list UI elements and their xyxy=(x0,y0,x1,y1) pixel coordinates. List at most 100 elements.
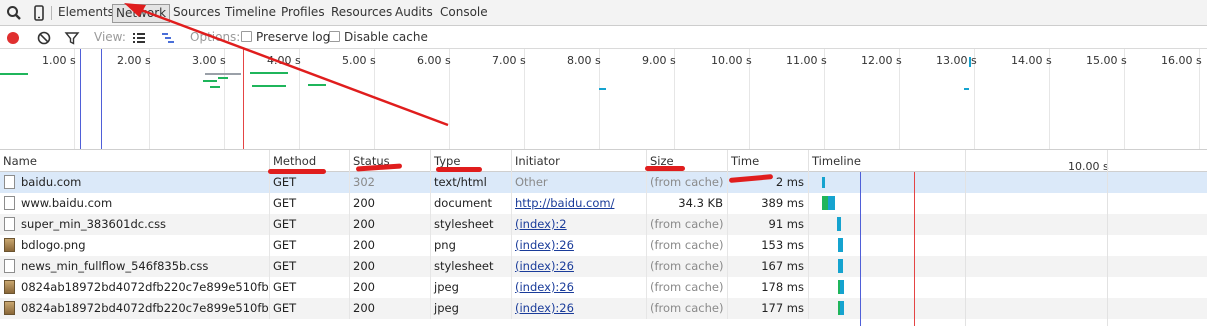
request-size: (from cache) xyxy=(647,256,728,277)
tab-network[interactable]: Network xyxy=(112,4,171,23)
timeline-overview[interactable]: 1.00 s 2.00 s 3.00 s 4.00 s 5.00 s 6.00 … xyxy=(0,49,1207,150)
overview-tick-label: 4.00 s xyxy=(267,54,301,67)
table-row[interactable]: bdlogo.png GET 200 png (index):26 (from … xyxy=(0,235,1207,256)
timeline-gridline xyxy=(1107,150,1108,326)
table-row[interactable]: news_min_fullflow_546f835b.css GET 200 s… xyxy=(0,256,1207,277)
tab-profiles[interactable]: Profiles xyxy=(279,5,327,22)
request-time: 153 ms xyxy=(728,235,809,256)
request-size: (from cache) xyxy=(647,235,728,256)
overview-request-bar xyxy=(205,73,241,75)
request-name: super_min_383601dc.css xyxy=(21,217,167,231)
tab-sources[interactable]: Sources xyxy=(171,5,222,22)
overview-request-bar xyxy=(964,88,969,90)
overview-request-bar xyxy=(308,84,326,86)
filter-icon[interactable] xyxy=(64,30,80,46)
request-status: 200 xyxy=(350,298,431,319)
table-row[interactable]: 0824ab18972bd4072dfb220c7e899e510fb3... … xyxy=(0,298,1207,319)
table-row[interactable]: super_min_383601dc.css GET 200 styleshee… xyxy=(0,214,1207,235)
initiator-link[interactable]: (index):26 xyxy=(515,238,574,252)
waterfall-bar xyxy=(838,259,843,273)
load-event-marker xyxy=(914,172,915,326)
initiator-link[interactable]: (index):2 xyxy=(515,217,567,231)
request-time: 389 ms xyxy=(728,193,809,214)
image-file-icon xyxy=(4,238,15,252)
tab-timeline[interactable]: Timeline xyxy=(223,5,278,22)
tab-elements[interactable]: Elements xyxy=(56,5,116,22)
request-size: (from cache) xyxy=(647,172,728,193)
request-type: png xyxy=(431,235,512,256)
picture-file-icon xyxy=(4,280,15,294)
column-header-timeline[interactable]: Timeline xyxy=(809,150,1207,172)
overview-request-bar xyxy=(250,72,288,74)
disable-cache-label: Disable cache xyxy=(344,30,428,44)
request-status: 200 xyxy=(350,235,431,256)
table-row[interactable]: www.baidu.com GET 200 document http://ba… xyxy=(0,193,1207,214)
column-header-initiator[interactable]: Initiator xyxy=(512,150,647,172)
overview-request-bar xyxy=(969,57,971,67)
request-method: GET xyxy=(270,256,350,277)
request-status: 200 xyxy=(350,256,431,277)
disable-cache-checkbox[interactable] xyxy=(329,31,340,42)
devtools-tab-bar: Elements Network Sources Timeline Profil… xyxy=(0,0,1207,26)
clear-icon[interactable] xyxy=(36,30,52,46)
dom-content-loaded-marker xyxy=(101,49,102,149)
request-method: GET xyxy=(270,193,350,214)
overview-tick-label: 8.00 s xyxy=(567,54,601,67)
annotation-underline xyxy=(645,166,685,171)
large-rows-icon[interactable] xyxy=(131,30,147,46)
request-time: 167 ms xyxy=(728,256,809,277)
overview-tick-label: 5.00 s xyxy=(342,54,376,67)
request-time: 178 ms xyxy=(728,277,809,298)
request-type: stylesheet xyxy=(431,214,512,235)
overview-request-bar xyxy=(203,80,217,82)
request-type: jpeg xyxy=(431,298,512,319)
waterfall-icon[interactable] xyxy=(160,30,176,46)
request-method: GET xyxy=(270,298,350,319)
waterfall-bar xyxy=(840,301,844,315)
request-name: 0824ab18972bd4072dfb220c7e899e510fb3... xyxy=(21,280,270,294)
initiator-link[interactable]: (index):26 xyxy=(515,301,574,315)
tab-console[interactable]: Console xyxy=(438,5,490,22)
tab-separator xyxy=(51,6,52,20)
initiator-link[interactable]: (index):26 xyxy=(515,280,574,294)
table-row[interactable] xyxy=(0,319,1207,326)
table-row[interactable]: baidu.com GET 302 text/html Other (from … xyxy=(0,172,1207,193)
request-time: 91 ms xyxy=(728,214,809,235)
table-row[interactable]: 0824ab18972bd4072dfb220c7e899e510fb3... … xyxy=(0,277,1207,298)
column-header-time[interactable]: Time xyxy=(728,150,809,172)
request-name: www.baidu.com xyxy=(21,196,113,210)
request-name: bdlogo.png xyxy=(21,238,86,252)
overview-tick-label: 7.00 s xyxy=(492,54,526,67)
search-icon[interactable] xyxy=(5,4,23,22)
preserve-log-checkbox[interactable] xyxy=(241,31,252,42)
picture-file-icon xyxy=(4,301,15,315)
request-type: document xyxy=(431,193,512,214)
initiator-link[interactable]: (index):26 xyxy=(515,259,574,273)
dom-content-loaded-marker xyxy=(80,49,81,149)
waterfall-bar xyxy=(837,217,841,231)
overview-request-bar xyxy=(599,88,606,90)
request-initiator: Other xyxy=(512,172,647,193)
dom-content-loaded-marker xyxy=(860,172,861,326)
overview-tick-label: 9.00 s xyxy=(642,54,676,67)
waterfall-bar xyxy=(828,196,835,210)
tab-audits[interactable]: Audits xyxy=(393,5,435,22)
request-table-body: baidu.com GET 302 text/html Other (from … xyxy=(0,172,1207,326)
request-name: news_min_fullflow_546f835b.css xyxy=(21,259,209,273)
request-method: GET xyxy=(270,277,350,298)
document-icon xyxy=(4,196,15,210)
load-event-marker xyxy=(243,49,244,149)
record-icon[interactable] xyxy=(5,30,21,46)
column-header-name[interactable]: Name xyxy=(0,150,270,172)
document-icon xyxy=(4,217,15,231)
timeline-gridline xyxy=(965,150,966,326)
tab-resources[interactable]: Resources xyxy=(329,5,394,22)
request-type: jpeg xyxy=(431,277,512,298)
request-type: stylesheet xyxy=(431,256,512,277)
request-size: 34.3 KB xyxy=(647,193,728,214)
overview-tick-label: 16.00 s xyxy=(1161,54,1202,67)
waterfall-bar xyxy=(840,280,844,294)
overview-tick-label: 15.00 s xyxy=(1086,54,1127,67)
initiator-link[interactable]: http://baidu.com/ xyxy=(515,196,614,210)
device-mode-icon[interactable] xyxy=(30,4,48,22)
